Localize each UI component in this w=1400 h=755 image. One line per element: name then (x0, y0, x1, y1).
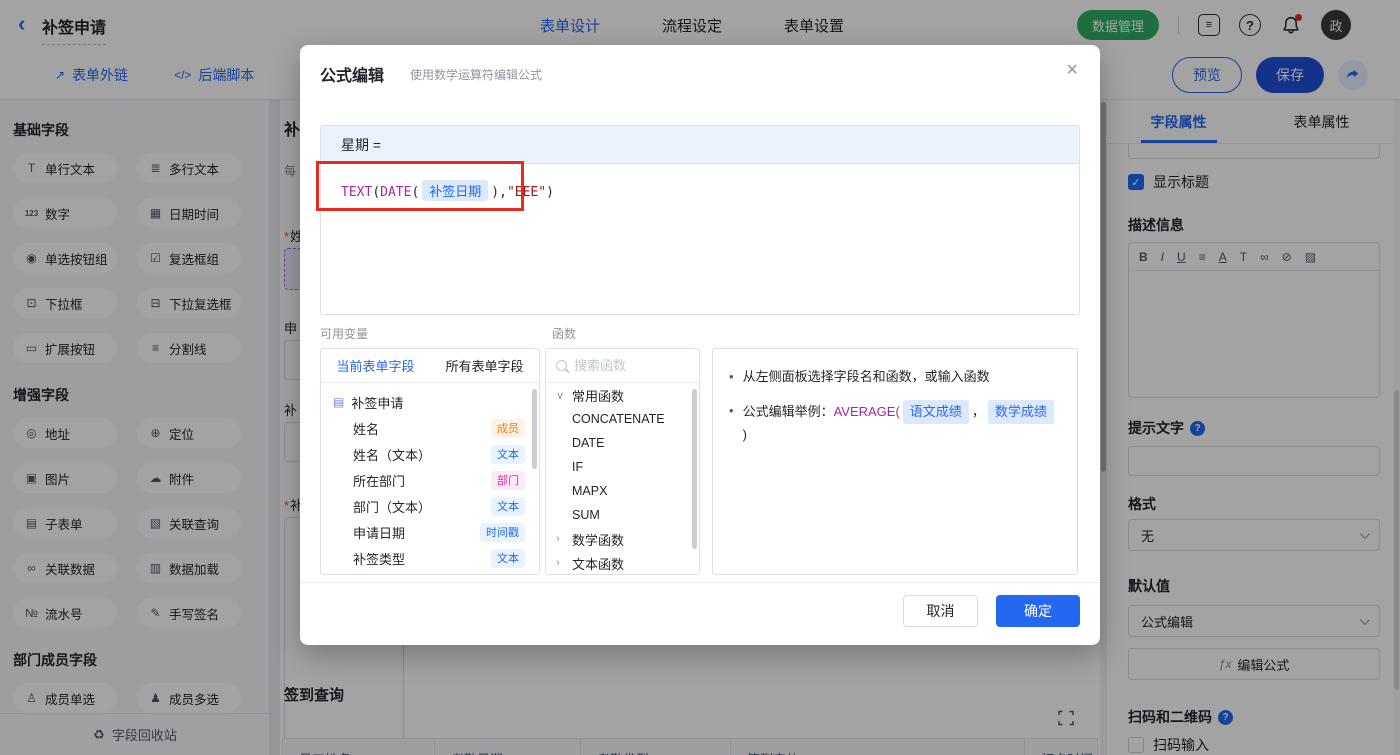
group-math-functions[interactable]: › 数学函数 (546, 527, 699, 551)
chevron-closed-icon: › (556, 557, 560, 569)
help-tip: • 从左侧面板选择字段名和函数，或输入函数 (729, 366, 1061, 388)
formula-target: 星期 = (321, 126, 1079, 164)
function-item[interactable]: CONCATENATE (546, 407, 699, 431)
confirm-button[interactable]: 确定 (996, 595, 1080, 627)
search-input[interactable] (574, 358, 674, 373)
formula-expression[interactable]: TEXT(DATE(补签日期),"EEE") (321, 164, 1079, 217)
field-chip: 语文成绩 (902, 400, 969, 424)
string-token: "EEE" (506, 185, 547, 200)
type-badge: 文本 (491, 496, 525, 516)
modal-footer: 取消 确定 (300, 582, 1100, 645)
type-badge: 部门 (491, 470, 525, 490)
scrollbar-thumb[interactable] (532, 389, 537, 469)
type-badge: 文本 (491, 548, 525, 568)
functions-panel: ∨常用函数 CONCATENATE DATE IF MAPX SUM ›数学函数… (545, 348, 700, 575)
variable-row[interactable]: 补签类型 文本 (321, 545, 539, 571)
scrollbar-thumb[interactable] (692, 389, 697, 549)
function-item[interactable]: DATE (546, 431, 699, 455)
formula-editor[interactable]: 星期 = TEXT(DATE(补签日期),"EEE") (320, 125, 1080, 315)
tab-all-form-fields[interactable]: 所有表单字段 (430, 349, 539, 382)
group-common-functions[interactable]: ∨ 常用函数 (546, 383, 699, 407)
functions-label: 函数 (552, 327, 577, 341)
modal-title: 公式编辑 (320, 68, 385, 85)
formula-help-panel: • 从左侧面板选择字段名和函数，或输入函数 • 公式编辑举例：AVERAGE(语… (712, 348, 1078, 575)
bullet-icon: • (729, 369, 734, 384)
variable-row[interactable]: 所在部门 部门 (321, 467, 539, 493)
help-example: • 公式编辑举例：AVERAGE(语文成绩，数学成绩) (729, 400, 1061, 446)
variables-label: 可用变量 (320, 327, 369, 341)
group-text-functions[interactable]: › 文本函数 (546, 551, 699, 574)
close-icon[interactable]: × (1066, 59, 1078, 82)
tab-current-form-fields[interactable]: 当前表单字段 (321, 349, 430, 382)
field-chip: 数学成绩 (987, 400, 1054, 424)
function-item[interactable]: IF (546, 455, 699, 479)
chevron-closed-icon: › (556, 533, 560, 545)
search-icon (556, 360, 567, 371)
variable-row[interactable]: 姓名（文本） 文本 (321, 441, 539, 467)
field-chip[interactable]: 补签日期 (422, 180, 489, 201)
tree-root-form[interactable]: ▤ 补签申请 (321, 389, 539, 415)
variables-panel: 当前表单字段 所有表单字段 ▤ 补签申请 姓名 成员 姓名（文本） 文本 所在部门部… (320, 348, 540, 575)
function-item[interactable]: SUM (546, 503, 699, 527)
type-badge: 文本 (491, 444, 525, 464)
function-item[interactable]: MAPX (546, 479, 699, 503)
modal-subtitle: 使用数学运算符编辑公式 (410, 68, 543, 82)
bullet-icon: • (729, 403, 734, 418)
function-token: AVERAGE( (833, 404, 900, 419)
type-badge: 时间戳 (480, 575, 525, 576)
function-token: DATE (380, 185, 412, 200)
function-search[interactable] (546, 349, 699, 383)
formula-edit-modal: 公式编辑 使用数学运算符编辑公式 × 星期 = TEXT(DATE(补签日期),… (300, 45, 1100, 645)
type-badge: 成员 (491, 418, 525, 438)
function-token: TEXT (341, 185, 373, 200)
form-doc-icon: ▤ (333, 395, 345, 409)
variable-row[interactable]: 申请日期 时间戳 (321, 519, 539, 545)
cancel-button[interactable]: 取消 (903, 595, 978, 627)
variable-row[interactable]: 部门（文本） 文本 (321, 493, 539, 519)
chevron-open-icon: ∨ (556, 389, 565, 402)
variable-row[interactable]: 补签日期时间戳 (321, 571, 539, 576)
type-badge: 时间戳 (480, 522, 525, 542)
variable-row[interactable]: 姓名 成员 (321, 415, 539, 441)
